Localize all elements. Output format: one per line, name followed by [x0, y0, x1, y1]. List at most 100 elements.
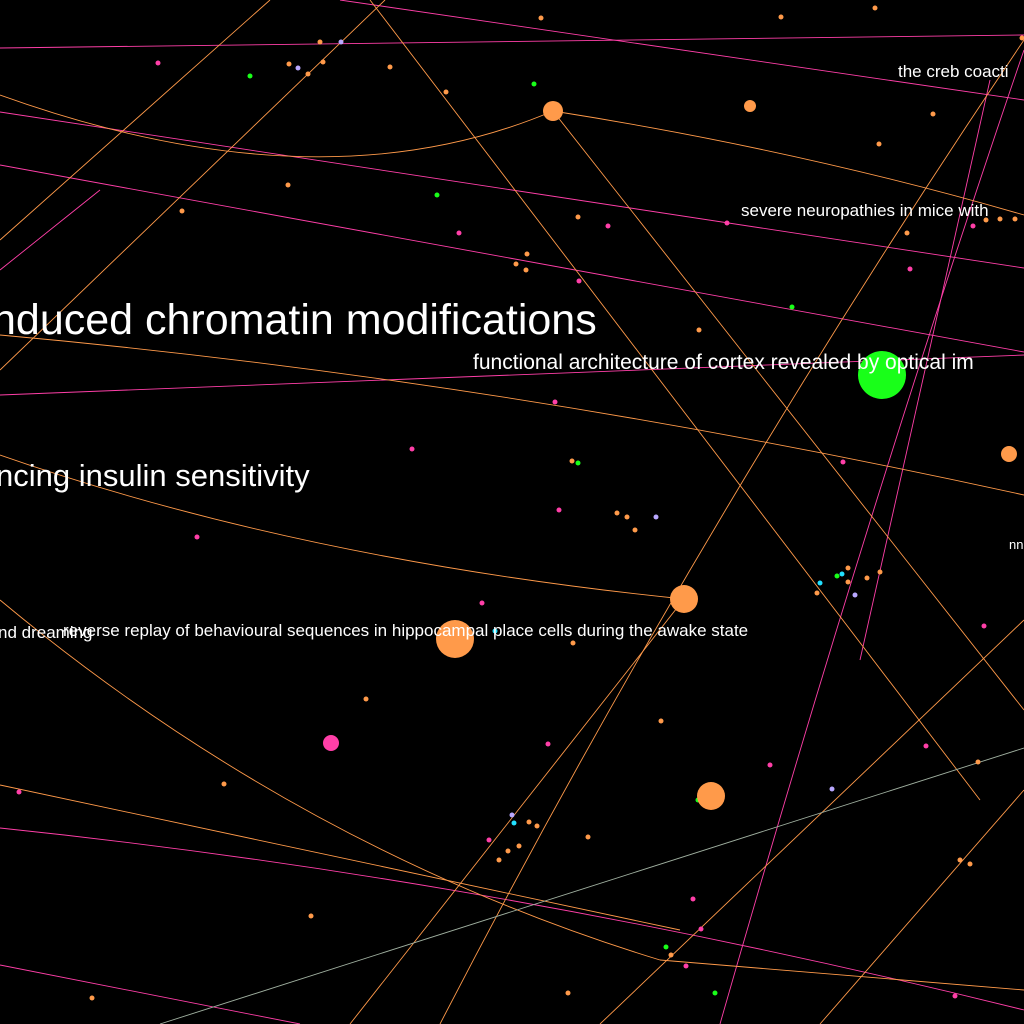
node[interactable]	[839, 571, 845, 577]
node[interactable]	[534, 823, 540, 829]
node[interactable]	[545, 741, 551, 747]
node[interactable]	[363, 696, 369, 702]
node[interactable]	[286, 61, 292, 67]
node[interactable]	[338, 39, 344, 45]
node[interactable]	[817, 580, 823, 586]
node[interactable]	[632, 527, 638, 533]
node[interactable]	[479, 600, 485, 606]
node[interactable]	[852, 592, 858, 598]
node[interactable]	[864, 575, 870, 581]
node[interactable]	[834, 573, 840, 579]
node[interactable]	[538, 15, 544, 21]
node[interactable]	[690, 896, 696, 902]
node[interactable]	[744, 100, 756, 112]
node[interactable]	[513, 261, 519, 267]
node[interactable]	[653, 514, 659, 520]
node[interactable]	[658, 718, 664, 724]
node-label-edge-fragment: nn	[1009, 537, 1023, 552]
node[interactable]	[387, 64, 393, 70]
node[interactable]	[1001, 446, 1017, 462]
node[interactable]	[975, 759, 981, 765]
node[interactable]	[997, 216, 1003, 222]
node-label-cortex: functional architecture of cortex reveal…	[473, 351, 974, 374]
node[interactable]	[683, 963, 689, 969]
node[interactable]	[523, 267, 529, 273]
node[interactable]	[967, 861, 973, 867]
node[interactable]	[456, 230, 462, 236]
node[interactable]	[876, 141, 882, 147]
node[interactable]	[179, 208, 185, 214]
node[interactable]	[552, 399, 558, 405]
node[interactable]	[16, 789, 22, 795]
node[interactable]	[295, 65, 301, 71]
node[interactable]	[194, 534, 200, 540]
node[interactable]	[585, 834, 591, 840]
node[interactable]	[323, 735, 339, 751]
node[interactable]	[767, 762, 773, 768]
node[interactable]	[569, 458, 575, 464]
node[interactable]	[434, 192, 440, 198]
node[interactable]	[155, 60, 161, 66]
graph-background	[0, 0, 1024, 1024]
node[interactable]	[89, 995, 95, 1001]
node[interactable]	[524, 251, 530, 257]
node-label-creb: the creb coacti	[898, 62, 1009, 81]
node[interactable]	[698, 926, 704, 932]
node-label-neuropathies: severe neuropathies in mice with	[741, 201, 989, 220]
node[interactable]	[952, 993, 958, 999]
node[interactable]	[505, 848, 511, 854]
node[interactable]	[511, 820, 517, 826]
node[interactable]	[543, 101, 563, 121]
node[interactable]	[907, 266, 913, 272]
node[interactable]	[663, 944, 669, 950]
node[interactable]	[575, 214, 581, 220]
node[interactable]	[285, 182, 291, 188]
node[interactable]	[409, 446, 415, 452]
node[interactable]	[814, 590, 820, 596]
node[interactable]	[308, 913, 314, 919]
node[interactable]	[789, 304, 795, 310]
node[interactable]	[845, 579, 851, 585]
node[interactable]	[443, 89, 449, 95]
node[interactable]	[576, 278, 582, 284]
node[interactable]	[614, 510, 620, 516]
node[interactable]	[496, 857, 502, 863]
node-label-chromatin: nduced chromatin modifications	[0, 296, 597, 344]
node[interactable]	[970, 223, 976, 229]
node[interactable]	[840, 459, 846, 465]
node[interactable]	[877, 569, 883, 575]
node[interactable]	[923, 743, 929, 749]
node[interactable]	[221, 781, 227, 787]
node[interactable]	[668, 952, 674, 958]
node[interactable]	[670, 585, 698, 613]
node[interactable]	[724, 220, 730, 226]
node[interactable]	[570, 640, 576, 646]
node[interactable]	[575, 460, 581, 466]
node[interactable]	[712, 990, 718, 996]
node[interactable]	[697, 782, 725, 810]
node[interactable]	[872, 5, 878, 11]
node[interactable]	[531, 81, 537, 87]
node[interactable]	[305, 71, 311, 77]
node[interactable]	[516, 843, 522, 849]
node[interactable]	[778, 14, 784, 20]
node[interactable]	[624, 514, 630, 520]
node[interactable]	[981, 623, 987, 629]
node[interactable]	[247, 73, 253, 79]
node[interactable]	[1012, 216, 1018, 222]
node[interactable]	[526, 819, 532, 825]
node[interactable]	[930, 111, 936, 117]
node[interactable]	[556, 507, 562, 513]
node[interactable]	[845, 565, 851, 571]
node[interactable]	[317, 39, 323, 45]
node[interactable]	[904, 230, 910, 236]
node-label-insulin: ncing insulin sensitivity	[0, 458, 310, 493]
node[interactable]	[486, 837, 492, 843]
node[interactable]	[565, 990, 571, 996]
node[interactable]	[957, 857, 963, 863]
node[interactable]	[509, 812, 515, 818]
node[interactable]	[829, 786, 835, 792]
node[interactable]	[320, 59, 326, 65]
node[interactable]	[696, 327, 702, 333]
node[interactable]	[605, 223, 611, 229]
